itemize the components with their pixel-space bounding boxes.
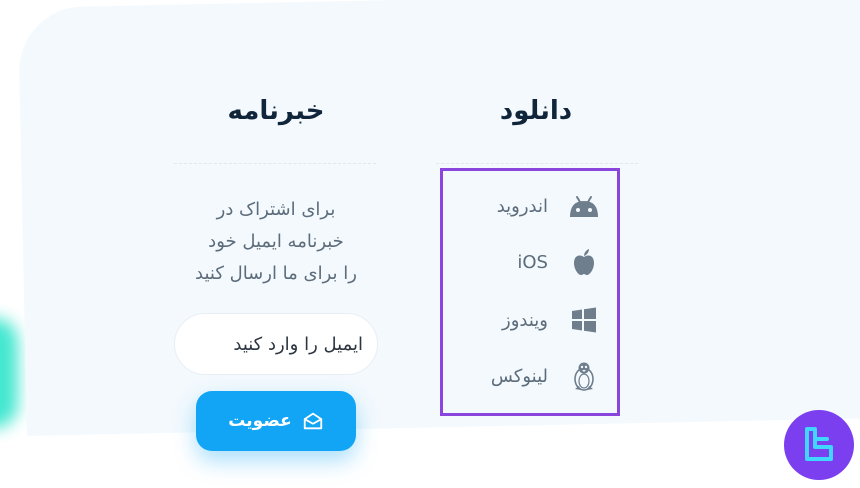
download-item-label: لینوکس	[490, 365, 548, 387]
apple-icon	[568, 246, 600, 278]
brand-logo-mark	[805, 427, 833, 461]
newsletter-title: خبرنامه	[227, 96, 325, 126]
newsletter-description: برای اشتراک در خبرنامه ایمیل خود را برای…	[176, 194, 376, 290]
download-item-linux[interactable]: لینوکس	[444, 358, 600, 394]
decorative-glow	[0, 318, 18, 428]
newsletter-description-line: برای اشتراک در	[216, 199, 336, 220]
android-icon	[568, 190, 600, 222]
brand-logo	[784, 410, 854, 480]
subscribe-label: عضویت	[228, 411, 292, 431]
download-item-ios[interactable]: iOS	[444, 244, 600, 280]
email-input[interactable]	[174, 313, 378, 375]
download-item-windows[interactable]: ویندوز	[444, 302, 600, 338]
download-title: دانلود	[499, 96, 573, 126]
footer-panel	[18, 0, 860, 436]
subscribe-button[interactable]: عضویت	[196, 391, 356, 451]
linux-icon	[568, 360, 600, 392]
download-divider	[436, 163, 638, 164]
download-item-label: ویندوز	[502, 309, 548, 331]
newsletter-divider	[174, 163, 376, 164]
envelope-open-icon	[303, 412, 322, 430]
download-item-android[interactable]: اندروید	[444, 188, 600, 224]
windows-icon	[568, 304, 600, 336]
newsletter-description-line: خبرنامه ایمیل خود	[208, 231, 344, 252]
newsletter-description-line: را برای ما ارسال کنید	[195, 263, 357, 284]
download-item-label: iOS	[517, 251, 548, 273]
download-item-label: اندروید	[496, 195, 548, 217]
